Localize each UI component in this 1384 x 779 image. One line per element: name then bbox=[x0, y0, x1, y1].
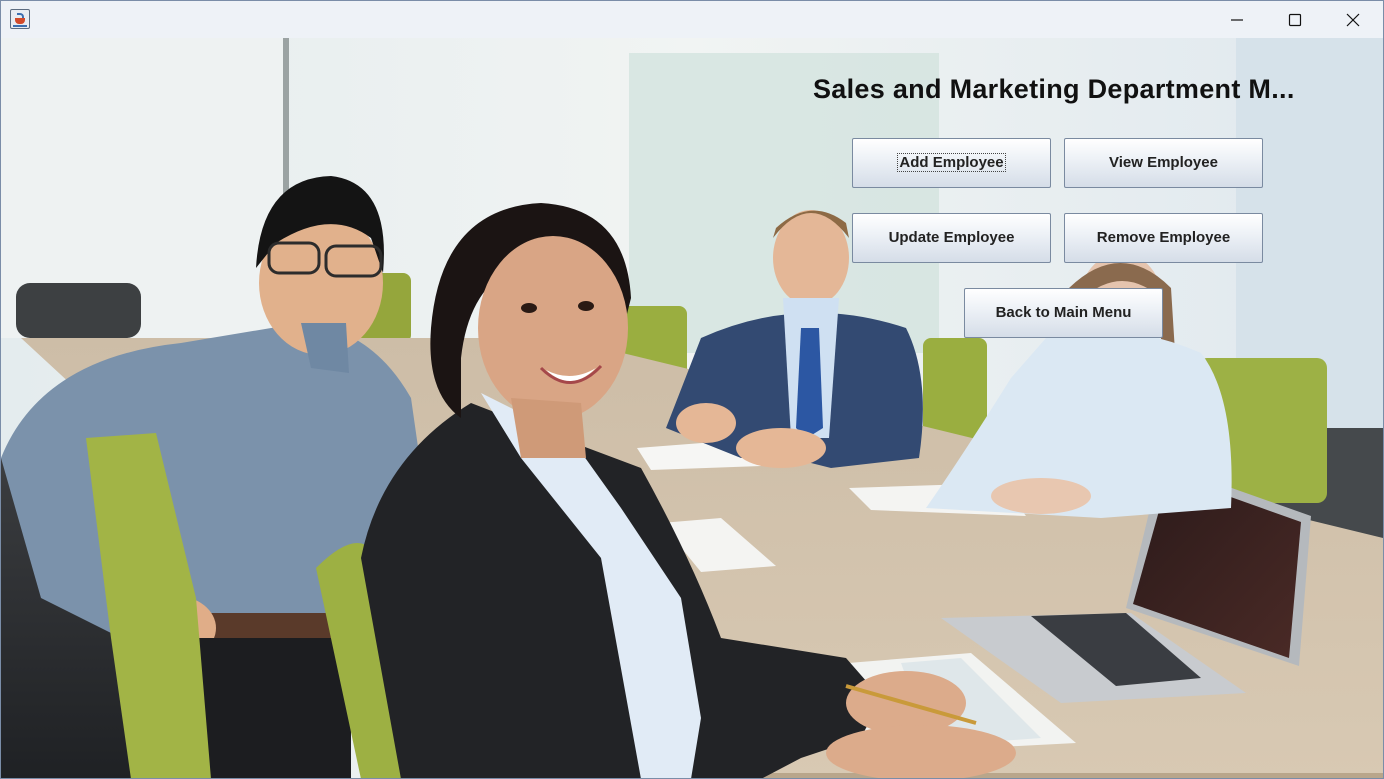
back-to-main-menu-label: Back to Main Menu bbox=[995, 304, 1132, 321]
update-employee-label: Update Employee bbox=[888, 229, 1015, 246]
remove-employee-label: Remove Employee bbox=[1096, 229, 1231, 246]
maximize-button[interactable] bbox=[1266, 1, 1324, 38]
minimize-icon bbox=[1231, 19, 1243, 21]
close-button[interactable] bbox=[1324, 1, 1382, 38]
maximize-icon bbox=[1288, 13, 1302, 27]
application-window: Sales and Marketing Department M... Add … bbox=[0, 0, 1384, 779]
update-employee-button[interactable]: Update Employee bbox=[852, 213, 1051, 263]
add-employee-button[interactable]: Add Employee bbox=[852, 138, 1051, 188]
java-app-icon[interactable] bbox=[10, 9, 30, 29]
back-to-main-menu-button[interactable]: Back to Main Menu bbox=[964, 288, 1163, 338]
minimize-button[interactable] bbox=[1208, 1, 1266, 38]
page-title: Sales and Marketing Department M... bbox=[813, 74, 1295, 104]
view-employee-button[interactable]: View Employee bbox=[1064, 138, 1263, 188]
add-employee-label: Add Employee bbox=[897, 153, 1006, 172]
remove-employee-button[interactable]: Remove Employee bbox=[1064, 213, 1263, 263]
close-icon bbox=[1346, 13, 1360, 27]
title-bar[interactable] bbox=[1, 1, 1383, 38]
view-employee-label: View Employee bbox=[1109, 154, 1218, 171]
main-panel: Sales and Marketing Department M... Add … bbox=[1, 38, 1383, 778]
